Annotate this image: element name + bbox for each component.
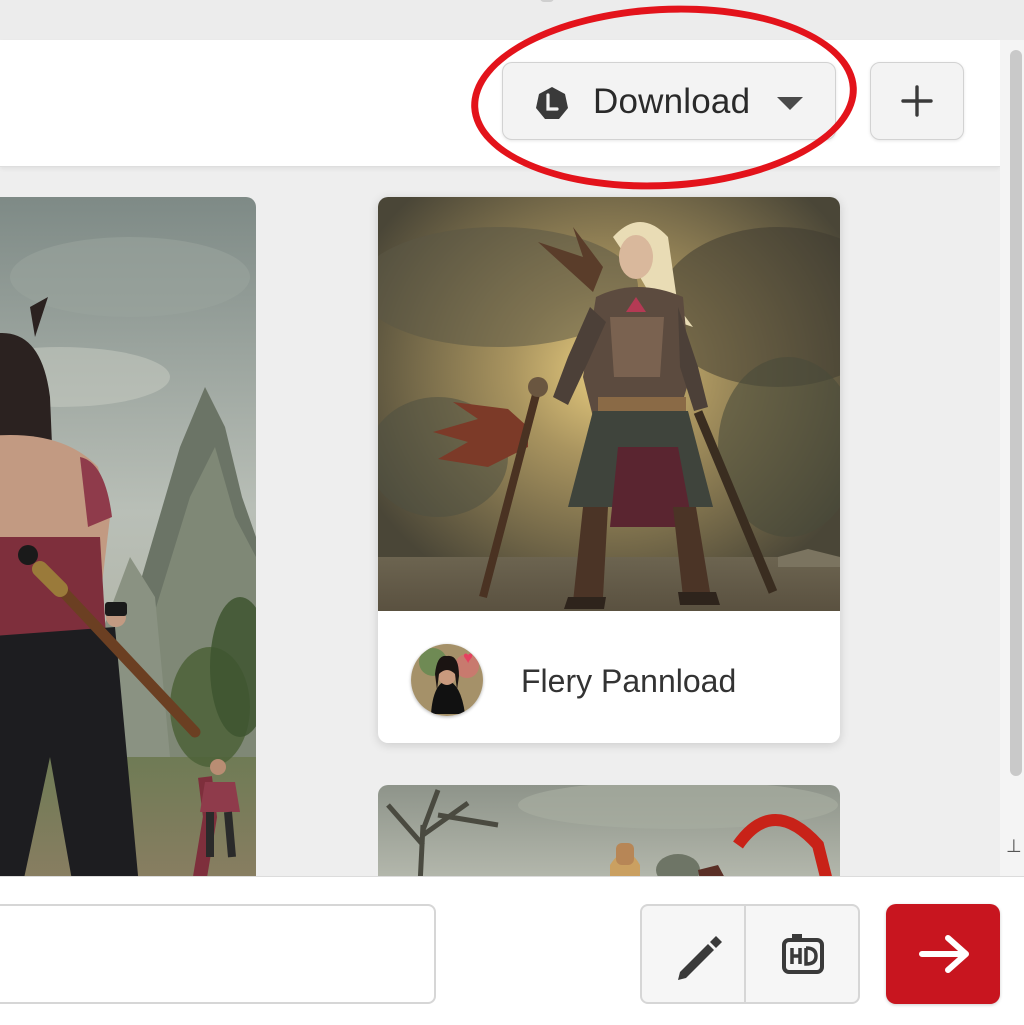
hd-button[interactable] bbox=[746, 906, 858, 1002]
pencil-icon bbox=[678, 936, 722, 980]
arrow-right-icon bbox=[919, 935, 969, 973]
warrior-image bbox=[0, 197, 256, 897]
send-button[interactable] bbox=[886, 904, 1000, 1004]
scroll-down-arrow-icon[interactable]: ⊥ bbox=[1006, 836, 1022, 857]
message-input[interactable] bbox=[0, 904, 436, 1004]
post-card[interactable]: Flery Pannload bbox=[378, 197, 840, 743]
top-strip-dot bbox=[540, 0, 554, 2]
heart-icon: ♥ bbox=[463, 648, 474, 667]
top-strip bbox=[0, 0, 1024, 40]
download-label: Download bbox=[593, 82, 751, 121]
scrollbar-thumb[interactable] bbox=[1010, 50, 1022, 776]
edit-button[interactable] bbox=[642, 906, 746, 1002]
download-badge-icon bbox=[536, 87, 568, 119]
plus-icon bbox=[901, 85, 933, 117]
image-card-left[interactable] bbox=[0, 197, 256, 897]
post-title[interactable]: Flery Pannload bbox=[521, 663, 736, 700]
add-button[interactable] bbox=[870, 62, 964, 140]
hd-icon bbox=[782, 934, 824, 974]
caret-down-icon[interactable] bbox=[775, 94, 805, 112]
header-bar bbox=[0, 40, 1000, 167]
composer-tools bbox=[640, 904, 860, 1004]
download-button[interactable]: Download bbox=[502, 62, 836, 140]
fantasy-warrior-image bbox=[378, 197, 840, 611]
